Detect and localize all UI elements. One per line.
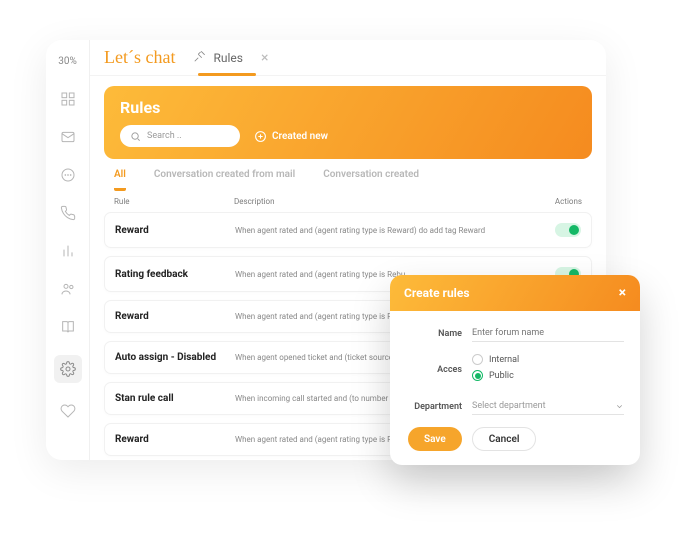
search-placeholder: Search .. [147,131,182,141]
sidebar-percent: 30% [58,50,77,71]
search-input[interactable]: Search .. [120,125,240,147]
rule-name: Stan rule call [115,393,235,404]
sidebar-dashboard-icon[interactable] [58,89,78,109]
filter-tabs: All Conversation created from mail Conve… [90,159,606,191]
col-description: Description [234,197,534,206]
col-rule: Rule [114,197,234,206]
modal-body: Name Acces Internal Public Department Se… [390,311,640,465]
rule-name: Reward [115,225,235,236]
open-tab-rules[interactable]: Rules [193,49,242,66]
sidebar-mail-icon[interactable] [58,127,78,147]
hero-banner: Rules Search .. Created new [104,86,592,159]
rule-name: Reward [115,311,235,322]
label-access: Acces [406,365,472,375]
radio-icon [472,354,483,365]
plus-circle-icon [254,130,267,143]
col-actions: Actions [534,197,582,206]
rule-row[interactable]: Reward When agent rated and (agent ratin… [104,212,592,248]
tab-conversation-mail[interactable]: Conversation created from mail [154,169,295,191]
modal-header: Create rules × [390,275,640,311]
department-select[interactable]: Select department [472,398,624,415]
search-icon [130,131,141,142]
page-title: Rules [120,98,576,117]
sidebar-chat-icon[interactable] [58,165,78,185]
access-option-public[interactable]: Public [472,370,624,381]
gavel-icon [193,49,207,66]
access-label: Internal [489,355,519,365]
brand-logo: Let´s chat [104,47,175,68]
table-header: Rule Description Actions [90,191,606,212]
chevron-down-icon [615,402,624,411]
rule-desc: When agent rated and (agent rating type … [235,226,555,235]
cancel-button[interactable]: Cancel [472,427,537,451]
topbar: Let´s chat Rules × [90,40,606,76]
sidebar-heart-icon[interactable] [58,401,78,421]
modal-title: Create rules [404,286,470,300]
sidebar: 30% [46,40,90,460]
create-new-label: Created new [272,131,328,142]
label-name: Name [406,329,472,339]
sidebar-phone-icon[interactable] [58,203,78,223]
rule-name: Reward [115,434,235,445]
sidebar-settings-icon[interactable] [54,355,82,383]
open-tab-label: Rules [213,51,242,65]
access-option-internal[interactable]: Internal [472,354,624,365]
department-placeholder: Select department [472,401,546,411]
save-button[interactable]: Save [408,427,462,451]
sidebar-book-icon[interactable] [58,317,78,337]
sidebar-users-icon[interactable] [58,279,78,299]
rule-toggle[interactable] [555,223,581,237]
tab-close-icon[interactable]: × [261,50,268,66]
name-input[interactable] [472,325,624,342]
create-new-button[interactable]: Created new [254,130,328,143]
tab-underline [198,73,256,76]
create-rules-modal: Create rules × Name Acces Internal Publi… [390,275,640,465]
label-department: Department [406,402,472,412]
tab-conversation-created[interactable]: Conversation created [323,169,419,191]
access-label: Public [489,371,514,381]
modal-close-icon[interactable]: × [619,285,626,301]
rule-name: Rating feedback [115,269,235,280]
sidebar-stats-icon[interactable] [58,241,78,261]
tab-all[interactable]: All [114,169,126,191]
radio-icon [472,370,483,381]
rule-name: Auto assign - Disabled [115,352,235,363]
